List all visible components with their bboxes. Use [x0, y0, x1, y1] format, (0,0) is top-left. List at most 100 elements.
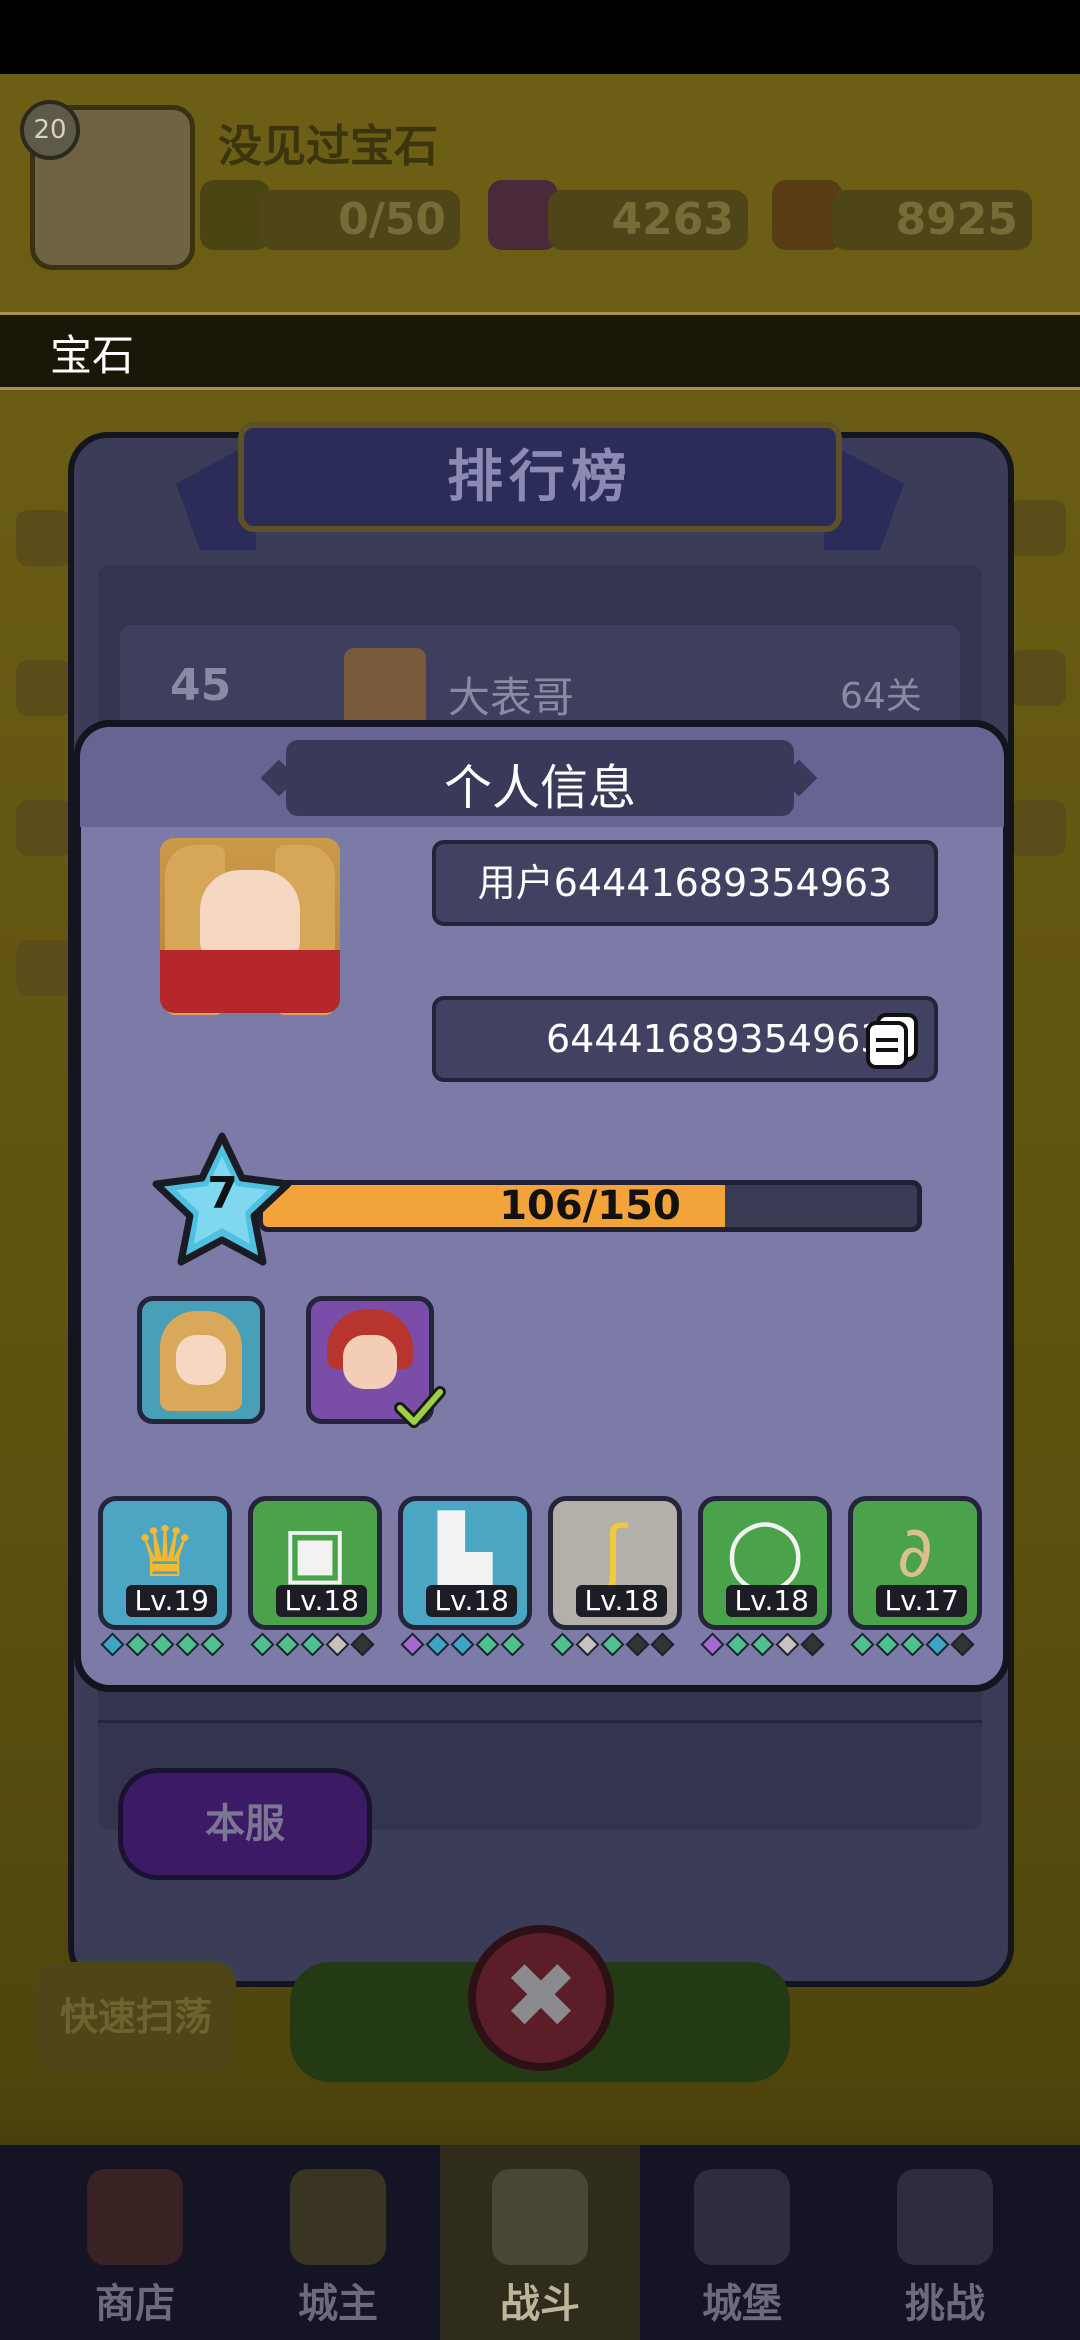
- equipment-slot-crown[interactable]: ♛ Lv.19: [98, 1496, 232, 1630]
- side-fund-icon[interactable]: [1010, 650, 1066, 706]
- announcement-text: 宝石: [50, 331, 135, 380]
- hero-1-face: [176, 1335, 226, 1385]
- gem-socket: [275, 1632, 300, 1657]
- nav-shop[interactable]: 商店: [35, 2145, 235, 2340]
- status-bar: [0, 0, 1080, 74]
- gem-socket: [200, 1632, 225, 1657]
- side-event-icon[interactable]: [16, 510, 72, 566]
- equipment-level: Lv.18: [426, 1585, 517, 1617]
- gem-socket: [950, 1632, 975, 1657]
- equipment-slot-ring[interactable]: ◯ Lv.18: [698, 1496, 832, 1630]
- side-gift-icon[interactable]: [16, 660, 72, 716]
- nav-lord[interactable]: 城主: [238, 2145, 438, 2340]
- gem-socket: [400, 1632, 425, 1657]
- gem-socket: [725, 1632, 750, 1657]
- equipment-level: Lv.18: [726, 1585, 817, 1617]
- equipment-slot-boots[interactable]: ▙ Lv.18: [398, 1496, 532, 1630]
- equipment-level: Lv.18: [276, 1585, 367, 1617]
- level-number: 7: [207, 1168, 238, 1219]
- gem-socket: [250, 1632, 275, 1657]
- nav-challenge-label: 挑战: [905, 2281, 985, 2327]
- gem-socket: [575, 1632, 600, 1657]
- selected-check-icon: [394, 1386, 446, 1428]
- profile-title: 个人信息: [443, 760, 636, 816]
- nav-castle-label: 城堡: [702, 2281, 782, 2327]
- gem-socket: [125, 1632, 150, 1657]
- castle-icon: [694, 2169, 790, 2265]
- leaderboard-player-name: 大表哥: [448, 673, 575, 722]
- sword-icon: [492, 2169, 588, 2265]
- leaderboard-divider: [98, 1720, 982, 1723]
- gem-socket: [150, 1632, 175, 1657]
- gem-socket: [650, 1632, 675, 1657]
- player-level-badge: 20: [20, 100, 80, 160]
- gem-socket: [300, 1632, 325, 1657]
- player-name: 没见过宝石: [218, 121, 438, 172]
- gem-socket: [325, 1632, 350, 1657]
- xp-text: 106/150: [499, 1183, 681, 1229]
- user-id-text: 64441689354963: [546, 1017, 885, 1061]
- equipment-gems: [850, 1632, 975, 1658]
- energy-value: 0/50: [260, 190, 460, 250]
- nav-battle[interactable]: 战斗: [440, 2145, 640, 2340]
- gem-socket: [900, 1632, 925, 1657]
- username-field[interactable]: 用户64441689354963: [432, 840, 938, 926]
- gems-value: 4263: [548, 190, 748, 250]
- gem-socket: [875, 1632, 900, 1657]
- close-button[interactable]: ✖: [468, 1925, 614, 2071]
- shop-icon: [87, 2169, 183, 2265]
- equipment-gems: [100, 1632, 225, 1658]
- server-tab-button[interactable]: 本服: [118, 1768, 372, 1880]
- gem-socket: [550, 1632, 575, 1657]
- gem-socket: [925, 1632, 950, 1657]
- equipment-gems: [250, 1632, 375, 1658]
- equipment-gems: [550, 1632, 675, 1658]
- gem-socket: [175, 1632, 200, 1657]
- gem-socket: [625, 1632, 650, 1657]
- nav-shop-label: 商店: [95, 2281, 175, 2327]
- gem-socket: [100, 1632, 125, 1657]
- gem-socket: [425, 1632, 450, 1657]
- side-chat-icon[interactable]: [16, 940, 72, 996]
- leaderboard-rank: 45: [170, 660, 232, 711]
- nav-castle[interactable]: 城堡: [642, 2145, 842, 2340]
- side-daily-icon[interactable]: [1010, 800, 1066, 856]
- gem-socket: [850, 1632, 875, 1657]
- equipment-level: Lv.17: [876, 1585, 967, 1617]
- side-task-icon[interactable]: [16, 800, 72, 856]
- hero-slot-1[interactable]: [137, 1296, 265, 1424]
- gem-socket: [800, 1632, 825, 1657]
- equipment-slot-staff[interactable]: ʃ Lv.18: [548, 1496, 682, 1630]
- gem-socket: [450, 1632, 475, 1657]
- gem-socket: [350, 1632, 375, 1657]
- leaderboard-stage: 64关: [840, 676, 922, 717]
- hero-2-face: [343, 1335, 397, 1389]
- quick-sweep-button[interactable]: 快速扫荡: [36, 1962, 236, 2072]
- crown-icon: [290, 2169, 386, 2265]
- copy-icon[interactable]: [864, 1012, 920, 1070]
- bottom-nav: 商店 城主 战斗 城堡 挑战: [0, 2145, 1080, 2340]
- close-icon: ✖: [503, 1944, 579, 2049]
- equipment-gems: [400, 1632, 525, 1658]
- gem-socket: [500, 1632, 525, 1657]
- gem-socket: [600, 1632, 625, 1657]
- equipment-slot-scarf[interactable]: ∂ Lv.17: [848, 1496, 982, 1630]
- gem-socket: [475, 1632, 500, 1657]
- user-id-field[interactable]: 64441689354963: [432, 996, 938, 1082]
- equipment-gems: [700, 1632, 825, 1658]
- gem-socket: [750, 1632, 775, 1657]
- nav-challenge[interactable]: 挑战: [845, 2145, 1045, 2340]
- leaderboard-avatar: [344, 648, 426, 730]
- side-activity-icon[interactable]: [1010, 500, 1066, 556]
- equipment-level: Lv.18: [576, 1585, 667, 1617]
- announcement-banner: [0, 312, 1080, 390]
- leaderboard-title: 排行榜: [447, 445, 633, 510]
- gem-socket: [700, 1632, 725, 1657]
- challenge-icon: [897, 2169, 993, 2265]
- avatar-armor: [160, 950, 340, 1013]
- equipment-level: Lv.19: [126, 1585, 217, 1617]
- coins-value: 8925: [832, 190, 1032, 250]
- nav-lord-label: 城主: [298, 2281, 378, 2327]
- gem-socket: [775, 1632, 800, 1657]
- equipment-slot-armor[interactable]: ▣ Lv.18: [248, 1496, 382, 1630]
